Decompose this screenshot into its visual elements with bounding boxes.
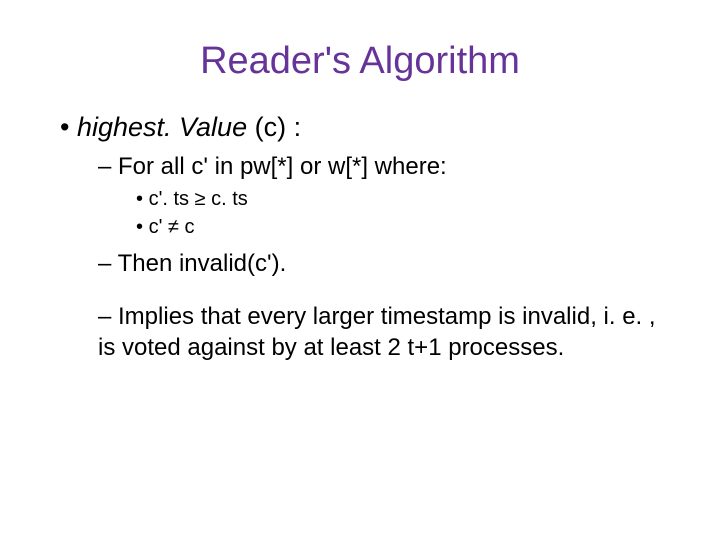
bullet-text: Then invalid(c'). [118,250,287,277]
bullet-list-level1: highest. Value (c) : For all c' in pw[*]… [60,111,670,364]
bullet-text: (c) : [247,112,301,142]
bullet-item: For all c' in pw[*] or w[*] where: c'. t… [98,151,670,240]
slide-title: Reader's Algorithm [50,40,670,83]
bullet-item: highest. Value (c) : For all c' in pw[*]… [60,111,670,364]
bullet-item: Then invalid(c'). [98,248,670,279]
bullet-list-level3: c'. ts ≥ c. ts c' ≠ c [136,186,670,240]
bullet-text: For all c' in pw[*] or w[*] where: [118,153,447,180]
bullet-item: c' ≠ c [136,214,670,240]
bullet-text: Implies that every larger timestamp is i… [98,303,656,361]
bullet-item: c'. ts ≥ c. ts [136,186,670,212]
spacer [98,283,670,301]
bullet-text: c'. ts ≥ c. ts [149,188,248,210]
bullet-item: Implies that every larger timestamp is i… [98,301,670,363]
bullet-text: c' ≠ c [149,216,195,238]
bullet-list-level2: For all c' in pw[*] or w[*] where: c'. t… [98,151,670,364]
slide: Reader's Algorithm highest. Value (c) : … [0,0,720,540]
bullet-text-italic: highest. Value [77,112,247,142]
